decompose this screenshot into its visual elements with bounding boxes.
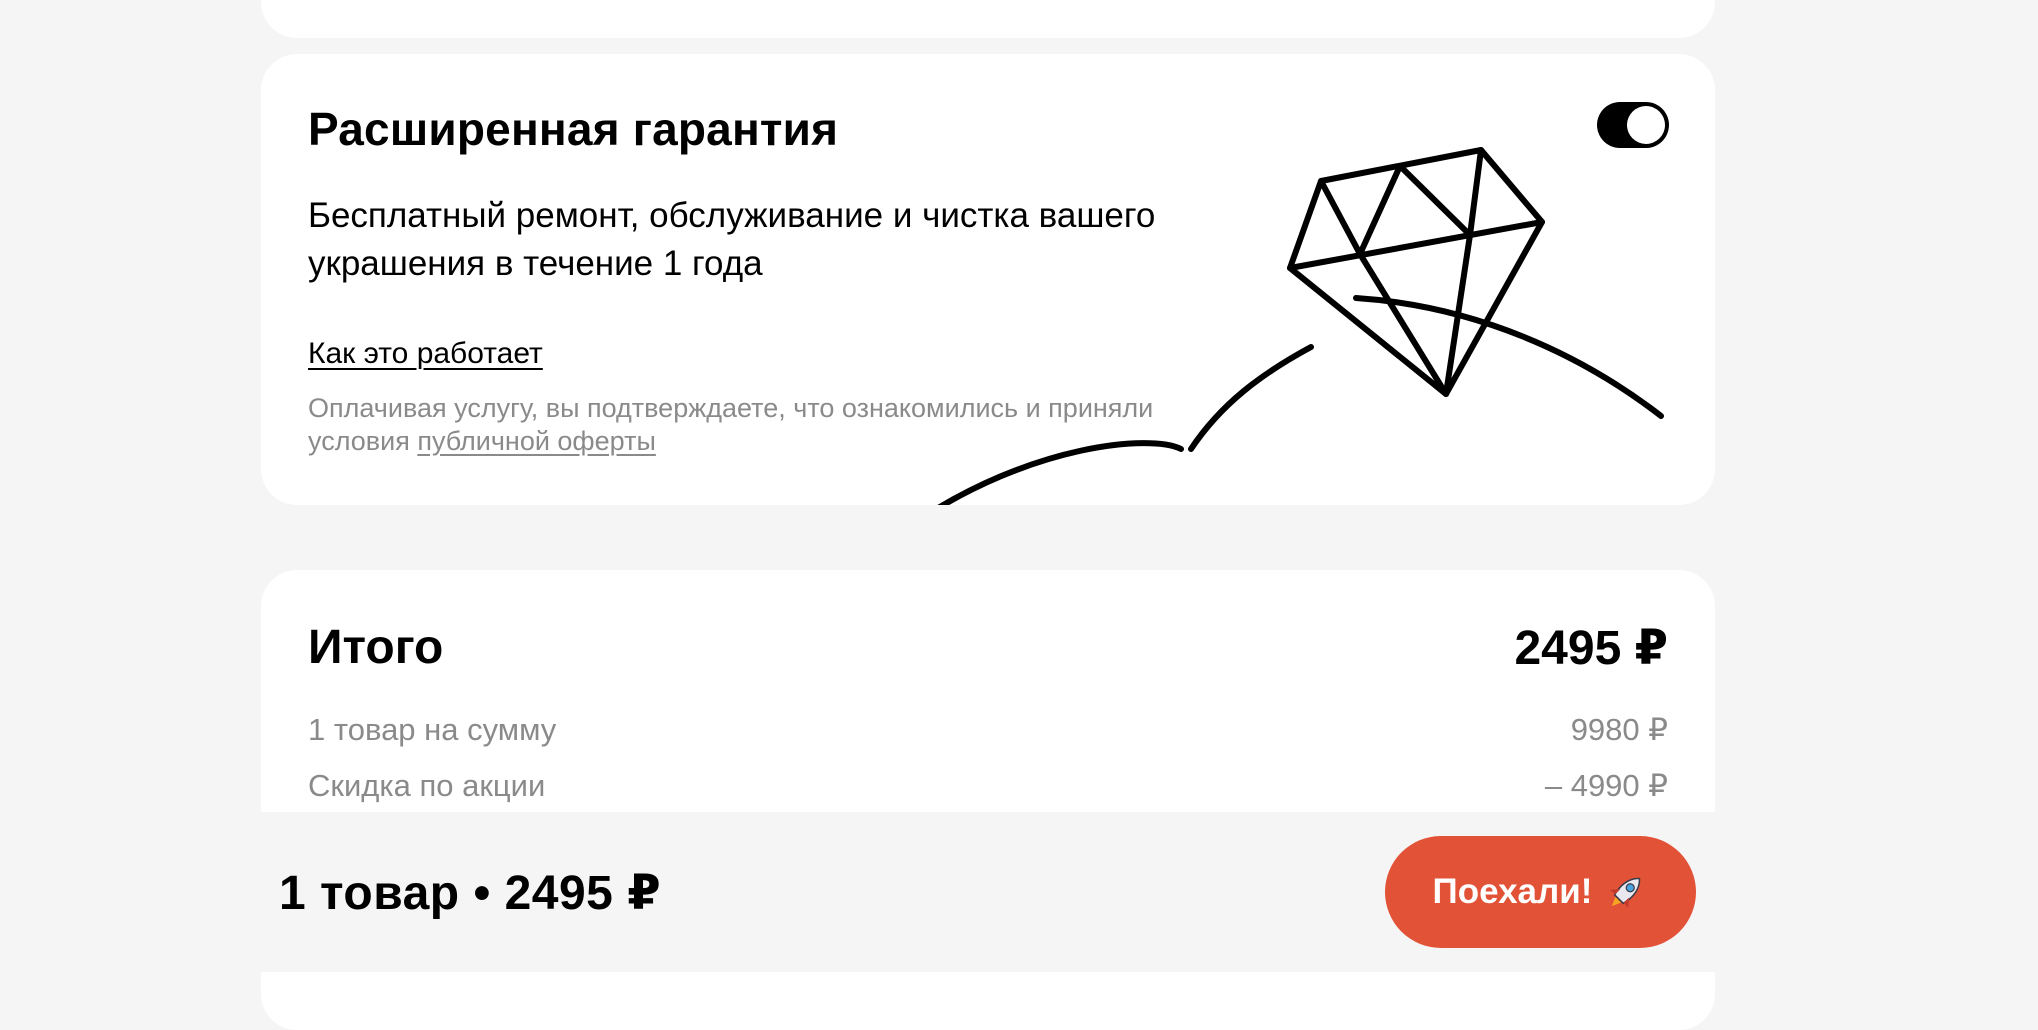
discount-label: Скидка по акции (308, 768, 546, 803)
checkout-bar: 1 товар • 2495 ₽ Поехали! (0, 812, 2038, 972)
public-offer-link[interactable]: публичной оферты (417, 426, 656, 456)
warranty-toggle[interactable] (1597, 102, 1669, 148)
how-it-works-link[interactable]: Как это работает (308, 337, 543, 371)
warranty-description: Бесплатный ремонт, обслуживание и чистка… (308, 196, 1156, 283)
cart-summary: 1 товар • 2495 ₽ (279, 867, 662, 920)
checkout-button[interactable]: Поехали! (1385, 836, 1696, 948)
discount-value: – 4990 ₽ (1544, 768, 1668, 803)
warranty-title: Расширенная гарантия (308, 103, 839, 155)
checkout-button-label: Поехали! (1432, 872, 1593, 911)
rocket-icon (1610, 877, 1641, 909)
total-amount: 2495 ₽ (1514, 622, 1668, 675)
items-sum-label: 1 товар на сумму (308, 712, 557, 747)
items-sum-value: 9980 ₽ (1570, 712, 1668, 747)
warranty-card: Расширенная гарантия Бесплатный ремонт, … (261, 54, 1715, 505)
total-title: Итого (308, 621, 444, 674)
warranty-terms: Оплачивая услугу, вы подтверждаете, что … (308, 392, 1208, 458)
previous-card (261, 0, 1715, 38)
toggle-knob (1627, 106, 1665, 144)
